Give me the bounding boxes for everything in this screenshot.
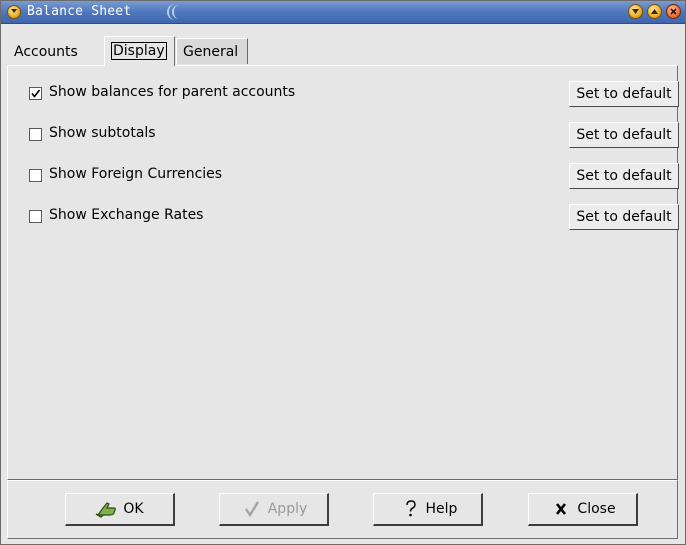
title-bar[interactable]: Balance Sheet (1, 1, 685, 24)
tab-accounts[interactable]: Accounts (7, 38, 98, 64)
show-exchange-rates-label: Show Exchange Rates (49, 207, 204, 223)
close-icon[interactable] (666, 4, 681, 19)
set-default-button-exchange-rates[interactable]: Set to default (569, 204, 679, 230)
show-exchange-rates-checkbox[interactable] (29, 210, 42, 223)
tab-display-label: Display (111, 42, 167, 60)
checkmark-icon (240, 499, 264, 519)
show-subtotals-label: Show subtotals (49, 125, 156, 141)
show-foreign-currencies-label: Show Foreign Currencies (49, 166, 223, 182)
tab-general[interactable]: General (176, 38, 248, 64)
show-foreign-currencies-checkbox[interactable] (29, 169, 42, 182)
apply-button[interactable]: Apply (219, 493, 329, 526)
close-button-label: Close (577, 501, 616, 517)
tab-display[interactable]: Display (104, 36, 175, 66)
dialog-button-bar: OK Apply Help Close (7, 480, 678, 539)
option-row-foreign-currencies: Show Foreign Currencies Set to default (8, 163, 679, 189)
window-title: Balance Sheet (27, 4, 132, 19)
apply-button-label: Apply (267, 501, 308, 517)
x-icon (549, 499, 573, 519)
show-parent-balances-label: Show balances for parent accounts (49, 84, 296, 100)
close-button[interactable]: Close (528, 493, 638, 526)
help-button-label: Help (425, 501, 458, 517)
title-grip-decoration (167, 4, 183, 20)
set-default-button-parent-balances[interactable]: Set to default (569, 81, 679, 107)
help-button[interactable]: Help (373, 493, 483, 526)
ok-button[interactable]: OK (65, 493, 175, 526)
ok-button-label: OK (123, 501, 144, 517)
display-panel: Show balances for parent accounts Set to… (7, 65, 679, 480)
option-row-parent-balances: Show balances for parent accounts Set to… (8, 81, 679, 107)
set-default-button-subtotals[interactable]: Set to default (569, 122, 679, 148)
window-controls (628, 4, 681, 19)
show-subtotals-checkbox[interactable] (29, 128, 42, 141)
question-mark-icon (398, 499, 422, 519)
option-row-subtotals: Show subtotals Set to default (8, 122, 679, 148)
show-parent-balances-checkbox[interactable] (29, 87, 42, 100)
maximize-icon[interactable] (647, 4, 662, 19)
ok-hand-icon (95, 499, 119, 519)
balance-sheet-window: Balance Sheet Accounts Display General S… (0, 0, 686, 545)
set-default-button-foreign-currencies[interactable]: Set to default (569, 163, 679, 189)
window-menu-icon[interactable] (7, 5, 21, 19)
option-row-exchange-rates: Show Exchange Rates Set to default (8, 204, 679, 230)
minimize-icon[interactable] (628, 4, 643, 19)
